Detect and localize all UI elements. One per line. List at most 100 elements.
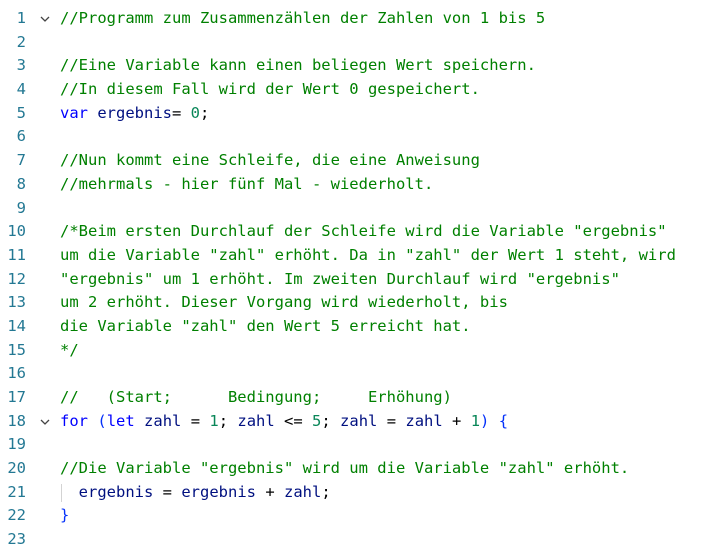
line-number: 4	[16, 80, 26, 99]
code-line[interactable]: 2	[0, 31, 708, 55]
code-text[interactable]: //Nun kommt eine Schleife, die eine Anwe…	[60, 149, 480, 173]
line-number: 19	[7, 435, 26, 454]
line-number: 10	[7, 222, 26, 241]
code-text[interactable]: //In diesem Fall wird der Wert 0 gespeic…	[60, 78, 480, 102]
code-token: 1	[470, 411, 481, 430]
code-line[interactable]: 20 //Die Variable "ergebnis" wird um die …	[0, 457, 708, 481]
code-line[interactable]: 11 um die Variable "zahl" erhöht. Da in "…	[0, 244, 708, 268]
code-token: zahl	[283, 482, 322, 501]
code-token: zahl	[340, 411, 378, 430]
code-token: +	[255, 482, 284, 501]
code-token: =	[172, 103, 191, 122]
code-token: ergebnis	[97, 103, 172, 122]
code-token: "ergebnis" um 1 erhöht. Im zweiten Durch…	[60, 269, 620, 288]
code-line[interactable]: 17 // (Start; Bedingung; Erhöhung)	[0, 386, 708, 410]
code-line[interactable]: 13 um 2 erhöht. Dieser Vorgang wird wiede…	[0, 291, 708, 315]
line-number: 8	[16, 174, 26, 193]
line-number: 9	[16, 198, 26, 217]
code-line[interactable]: 6	[0, 125, 708, 149]
code-line[interactable]: 15 */	[0, 339, 708, 363]
line-number: 5	[16, 103, 26, 122]
code-token: for	[60, 411, 88, 430]
code-text[interactable]: //mehrmals - hier fünf Mal - wiederholt.	[60, 173, 433, 197]
code-text[interactable]: for (let zahl = 1; zahl <= 5; zahl = zah…	[60, 410, 508, 434]
code-line[interactable]: 5 var ergebnis= 0;	[0, 102, 708, 126]
line-number: 11	[7, 245, 26, 264]
code-token: zahl	[144, 411, 182, 430]
line-number: 12	[7, 269, 26, 288]
code-token: }	[60, 506, 70, 525]
code-line[interactable]: 14 die Variable "zahl" den Wert 5 erreich…	[0, 315, 708, 339]
code-line[interactable]: 3 //Eine Variable kann einen beliegen Wer…	[0, 54, 708, 78]
line-number: 22	[7, 506, 26, 525]
line-number: 17	[7, 388, 26, 406]
line-number: 14	[7, 316, 26, 335]
line-number: 1	[16, 9, 26, 27]
code-text[interactable]: }	[60, 504, 69, 528]
code-token: //Programm zum Zusammenzählen der Zahlen…	[60, 9, 546, 27]
code-token: var	[60, 103, 88, 122]
code-token: //mehrmals - hier fünf Mal - wiederholt.	[60, 174, 434, 193]
line-number: 6	[16, 127, 26, 146]
code-text[interactable]: //Eine Variable kann einen beliegen Wert…	[60, 54, 536, 78]
code-text[interactable]: // (Start; Bedingung; Erhöhung)	[60, 386, 452, 410]
line-number: 2	[16, 32, 26, 51]
code-token: (	[97, 411, 107, 430]
code-text[interactable]: var ergebnis= 0;	[60, 102, 209, 126]
code-token: ergebnis	[181, 482, 256, 501]
code-line[interactable]: 1 //Programm zum Zusammenzählen der Zahle…	[0, 7, 708, 31]
chevron-down-icon[interactable]	[38, 7, 52, 31]
line-number: 3	[16, 56, 26, 75]
line-number: 7	[16, 151, 26, 170]
code-token: /*Beim ersten Durchlauf der Schleife wir…	[60, 222, 667, 241]
code-token: 1	[209, 411, 219, 430]
code-token: die Variable "zahl" den Wert 5 erreicht …	[60, 316, 471, 335]
code-text[interactable]: ergebnis = ergebnis + zahl;	[60, 481, 331, 505]
code-line[interactable]: 22}	[0, 504, 708, 528]
code-token: =	[181, 411, 210, 430]
code-token: {	[498, 411, 509, 430]
chevron-down-icon[interactable]	[38, 410, 52, 434]
code-line[interactable]: 7 //Nun kommt eine Schleife, die eine Anw…	[0, 149, 708, 173]
code-text[interactable]: /*Beim ersten Durchlauf der Schleife wir…	[60, 220, 667, 244]
code-token: )	[480, 411, 490, 430]
code-line[interactable]: 9	[0, 197, 708, 221]
code-line[interactable]: 12 "ergebnis" um 1 erhöht. Im zweiten Dur…	[0, 268, 708, 292]
code-token: um die Variable "zahl" erhöht. Da in "za…	[60, 245, 676, 264]
code-editor[interactable]: 1 //Programm zum Zusammenzählen der Zahle…	[0, 0, 708, 552]
code-line[interactable]: 4 //In diesem Fall wird der Wert 0 gespei…	[0, 78, 708, 102]
code-text[interactable]: //Programm zum Zusammenzählen der Zahlen…	[60, 7, 545, 31]
code-token: ;	[218, 411, 238, 430]
line-number: 21	[7, 482, 26, 501]
line-number: 23	[7, 530, 26, 549]
code-line[interactable]: 18 for (let zahl = 1; zahl <= 5; zahl = z…	[0, 410, 708, 434]
line-number: 15	[7, 340, 26, 359]
code-text[interactable]: */	[60, 339, 79, 363]
code-line[interactable]: 23	[0, 528, 708, 552]
code-token: // (Start; Bedingung; Erhöhung)	[60, 388, 452, 406]
code-text[interactable]: die Variable "zahl" den Wert 5 erreicht …	[60, 315, 471, 339]
code-text[interactable]: "ergebnis" um 1 erhöht. Im zweiten Durch…	[60, 268, 620, 292]
code-line[interactable]: 10 /*Beim ersten Durchlauf der Schleife w…	[0, 220, 708, 244]
code-line[interactable]: 16	[0, 362, 708, 386]
code-token: let	[106, 411, 135, 430]
code-line[interactable]: 21 ergebnis = ergebnis + zahl;	[0, 481, 708, 505]
code-text[interactable]: um die Variable "zahl" erhöht. Da in "za…	[60, 244, 676, 268]
code-token: =	[153, 482, 182, 501]
code-line[interactable]: 8 //mehrmals - hier fünf Mal - wiederholt…	[0, 173, 708, 197]
line-number: 18	[7, 411, 26, 430]
code-text[interactable]: um 2 erhöht. Dieser Vorgang wird wiederh…	[60, 291, 508, 315]
code-text[interactable]: //Die Variable "ergebnis" wird um die Va…	[60, 457, 629, 481]
line-number: 20	[7, 459, 26, 478]
code-token: +	[442, 411, 471, 430]
code-token: ergebnis	[78, 482, 154, 501]
code-token: zahl	[237, 411, 275, 430]
code-token: //In diesem Fall wird der Wert 0 gespeic…	[60, 80, 480, 99]
code-token: //Nun kommt eine Schleife, die eine Anwe…	[60, 151, 480, 170]
code-token: 5	[312, 411, 322, 430]
code-line[interactable]: 19	[0, 433, 708, 457]
line-number: 16	[7, 364, 26, 383]
